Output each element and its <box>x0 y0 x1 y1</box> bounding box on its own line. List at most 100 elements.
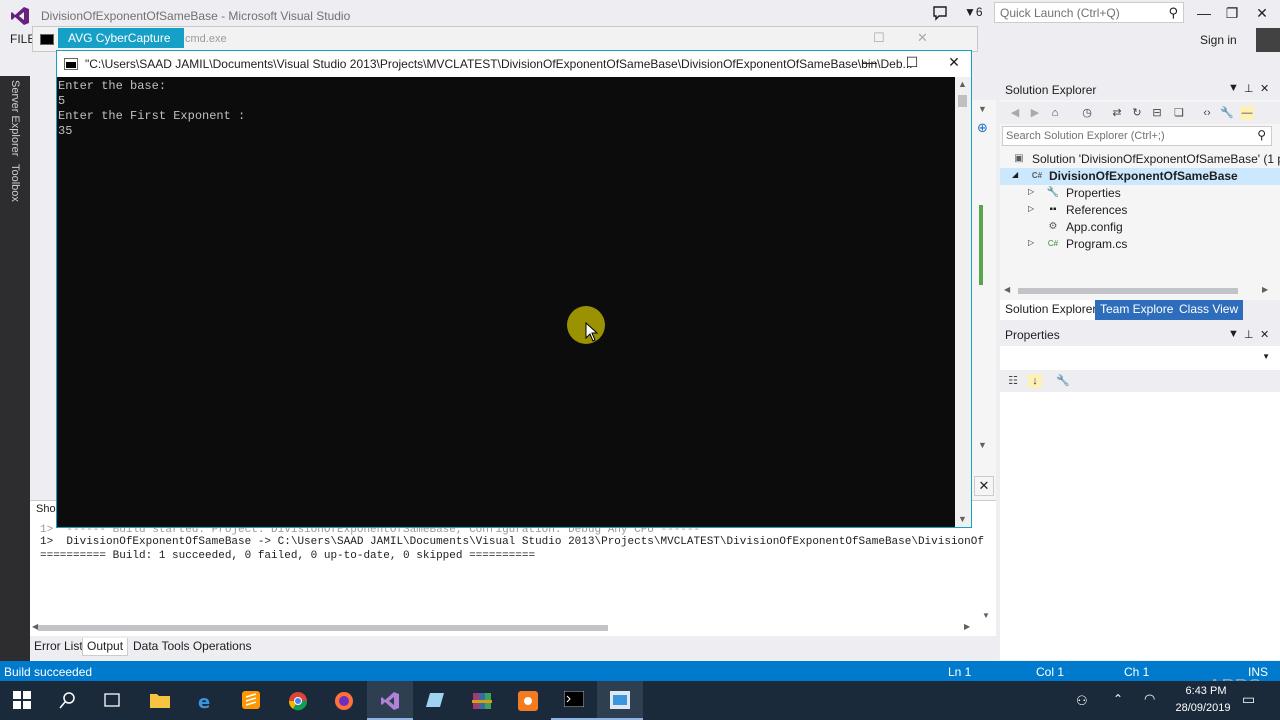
tab-class-view[interactable]: Class View <box>1174 300 1244 320</box>
scroll-down-icon[interactable]: ▼ <box>982 611 990 620</box>
expanded-arrow-icon[interactable]: ◢ <box>1012 170 1018 179</box>
tab-team-explorer[interactable]: Team Explorer <box>1095 300 1183 320</box>
edge-button[interactable]: e <box>183 681 229 720</box>
tree-item-label: DivisionOfExponentOfSameBase <box>1049 169 1238 183</box>
split-icon[interactable]: ⊕ <box>977 120 988 136</box>
editor-scroll-region: ▼ ⊕ ▼ <box>972 100 996 500</box>
filter-notifications-icon[interactable]: ▼6 <box>964 5 983 19</box>
windows-logo-icon <box>13 691 31 709</box>
tab-solution-explorer[interactable]: Solution Explorer <box>1000 300 1102 320</box>
pin-icon[interactable]: ⊥ <box>1244 82 1254 95</box>
show-all-files-icon[interactable]: ❏ <box>1172 106 1186 120</box>
tree-item-label: References <box>1066 203 1128 217</box>
console-title-bar[interactable]: "C:\Users\SAAD JAMIL\Documents\Visual St… <box>57 51 971 77</box>
quick-launch-placeholder: Quick Launch (Ctrl+Q) <box>1000 6 1120 20</box>
scroll-right-icon[interactable]: ▶ <box>964 622 970 631</box>
panel-dropdown-icon[interactable]: ▼ <box>1228 82 1239 94</box>
pin-icon[interactable]: ⊥ <box>1244 328 1254 341</box>
firefox-button[interactable] <box>321 681 367 720</box>
tab-error-list[interactable]: Error List <box>30 638 87 656</box>
tree-item-solution[interactable]: ▣ Solution 'DivisionOfExponentOfSameBase… <box>1000 151 1280 168</box>
restore-button[interactable]: ❐ <box>1218 4 1246 24</box>
scroll-up-icon[interactable]: ▲ <box>958 79 967 89</box>
tab-output[interactable]: Output <box>82 638 129 656</box>
app-active-button[interactable] <box>597 681 643 720</box>
tree-item-references[interactable]: ▷ ▪▪ References <box>1000 202 1280 219</box>
properties-wrench-icon[interactable]: 🔧 <box>1220 106 1234 120</box>
cmd-taskbar-button[interactable] <box>551 681 597 720</box>
tree-item-project[interactable]: ◢ C# DivisionOfExponentOfSameBase <box>1000 168 1280 185</box>
console-output[interactable]: Enter the base: 5 Enter the First Expone… <box>57 77 955 527</box>
scroll-right-icon[interactable]: ▶ <box>1262 285 1268 294</box>
collapse-all-icon[interactable]: ⊟ <box>1150 106 1164 120</box>
close-button[interactable]: ✕ <box>1248 4 1276 24</box>
avatar[interactable] <box>1256 28 1280 52</box>
search-button[interactable] <box>46 681 92 720</box>
tree-item-properties[interactable]: ▷ 🔧 Properties <box>1000 185 1280 202</box>
tree-item-program-cs[interactable]: ▷ C# Program.cs <box>1000 236 1280 253</box>
quick-launch-input[interactable]: Quick Launch (Ctrl+Q) ⚲ <box>994 2 1184 23</box>
sign-in-link[interactable]: Sign in <box>1200 33 1237 47</box>
editor-scroll-down-icon[interactable]: ▼ <box>978 440 987 450</box>
cmd-icon <box>64 58 78 70</box>
minimize-button[interactable]: — <box>1190 4 1218 24</box>
refresh-icon[interactable]: ↻ <box>1130 106 1144 120</box>
back-icon[interactable]: ◀ <box>1008 106 1022 120</box>
console-scrollbar[interactable]: ▲ ▼ <box>955 77 971 527</box>
action-center-icon[interactable]: ▭ <box>1242 691 1255 708</box>
tab-data-tools-operations[interactable]: Data Tools Operations <box>129 638 256 656</box>
categorized-icon[interactable]: ☷ <box>1006 374 1020 388</box>
toolbox-tab[interactable]: Toolbox <box>9 164 21 202</box>
notification-icon[interactable] <box>932 5 948 21</box>
solution-explorer-panel: Solution Explorer ▼ ⊥ ✕ ◀ ▶ ⌂ ◷ ⇄ ↻ ⊟ ❏ … <box>1000 80 1280 320</box>
sync-icon[interactable]: ⇄ <box>1110 106 1124 120</box>
output-horizontal-scrollbar[interactable]: ◀ ▶ <box>32 622 974 633</box>
scroll-thumb[interactable] <box>38 625 608 631</box>
console-close-button[interactable]: ✕ <box>939 54 969 71</box>
scroll-thumb[interactable] <box>958 95 967 107</box>
view-code-icon[interactable]: ‹› <box>1200 106 1214 120</box>
tray-expand-icon[interactable]: ⌃ <box>1113 692 1123 706</box>
app-button[interactable] <box>413 681 459 720</box>
start-button[interactable] <box>0 681 46 720</box>
console-minimize-button[interactable]: — <box>855 54 885 70</box>
panel-dropdown-icon[interactable]: ▼ <box>1228 328 1239 340</box>
solution-explorer-hscroll[interactable]: ◀ ▶ <box>1002 285 1272 296</box>
close-panel-icon[interactable]: ✕ <box>974 476 994 496</box>
close-icon[interactable]: ✕ <box>1260 328 1269 341</box>
sublime-button[interactable] <box>229 681 275 720</box>
property-pages-icon[interactable]: 🔧 <box>1056 374 1070 388</box>
alphabetical-icon[interactable]: ↓ <box>1028 374 1042 388</box>
server-explorer-tab[interactable]: Server Explorer <box>9 80 21 156</box>
history-icon[interactable]: ◷ <box>1080 106 1094 120</box>
visual-studio-taskbar-button[interactable] <box>367 681 413 720</box>
collapsed-arrow-icon[interactable]: ▷ <box>1028 187 1034 196</box>
visual-studio-logo-icon <box>11 7 29 25</box>
scroll-left-icon[interactable]: ◀ <box>1004 285 1010 294</box>
winrar-button[interactable] <box>459 681 505 720</box>
home-icon[interactable]: ⌂ <box>1048 106 1062 120</box>
wifi-icon[interactable]: ◠ <box>1144 691 1155 707</box>
file-explorer-button[interactable] <box>137 681 183 720</box>
scroll-down-icon[interactable]: ▼ <box>958 514 967 524</box>
forward-icon[interactable]: ▶ <box>1028 106 1042 120</box>
close-icon[interactable]: ✕ <box>1260 82 1269 95</box>
output-vertical-scrollbar[interactable]: ▼ <box>980 531 992 621</box>
task-view-button[interactable] <box>90 681 136 720</box>
recorder-button[interactable] <box>505 681 551 720</box>
console-window[interactable]: "C:\Users\SAAD JAMIL\Documents\Visual St… <box>56 50 972 528</box>
tree-item-app-config[interactable]: ⚙ App.config <box>1000 219 1280 236</box>
solution-explorer-search[interactable]: Search Solution Explorer (Ctrl+;) ⚲ <box>1002 126 1272 146</box>
collapsed-arrow-icon[interactable]: ▷ <box>1028 204 1034 213</box>
clock-time[interactable]: 6:43 PM <box>1176 685 1236 697</box>
chrome-button[interactable] <box>275 681 321 720</box>
properties-object-select[interactable]: ▼ <box>1002 348 1272 368</box>
console-maximize-button[interactable]: ☐ <box>897 54 927 71</box>
bottom-tool-tabs: Error List Output Data Tools Operations <box>30 636 996 658</box>
preview-icon[interactable]: — <box>1240 106 1254 120</box>
people-icon[interactable]: ⚇ <box>1076 693 1088 709</box>
editor-dropdown-icon[interactable]: ▼ <box>978 104 987 114</box>
scroll-thumb[interactable] <box>1018 288 1238 294</box>
clock-date[interactable]: 28/09/2019 <box>1170 702 1236 714</box>
collapsed-arrow-icon[interactable]: ▷ <box>1028 238 1034 247</box>
